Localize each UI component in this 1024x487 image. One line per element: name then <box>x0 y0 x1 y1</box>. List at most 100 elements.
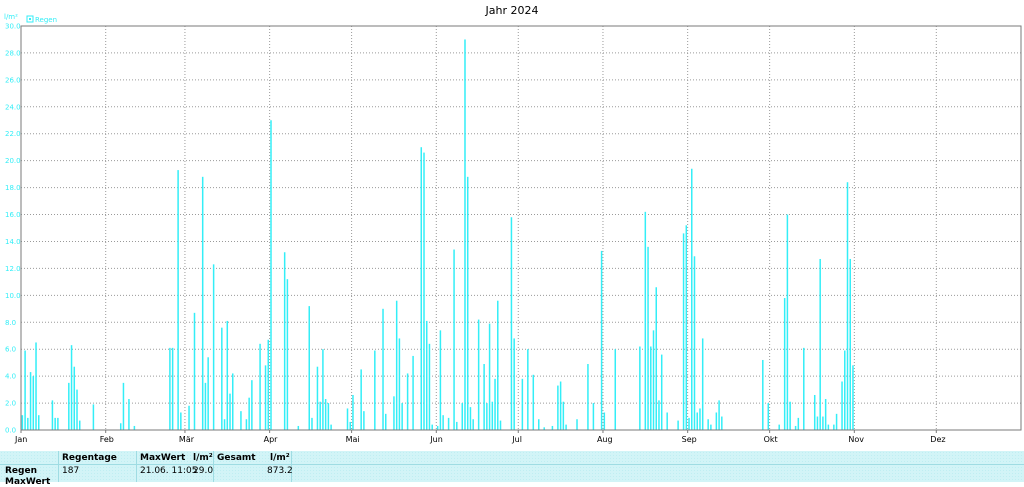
rain-bar <box>92 404 95 430</box>
statistics-table: Regentage MaxWert l/m² Gesamt l/m² Regen… <box>0 451 1024 487</box>
rain-bar <box>767 403 770 430</box>
x-tick-label: Jul <box>511 435 522 444</box>
x-tick-label: Apr <box>264 435 279 444</box>
x-tick-label: Feb <box>100 435 114 444</box>
y-tick-label: 0.0 <box>5 427 16 435</box>
x-tick-label: Sep <box>682 435 697 444</box>
x-tick-label: Jan <box>14 435 27 444</box>
rain-bar <box>398 338 401 430</box>
rain-bar <box>472 419 474 430</box>
rain-bar <box>486 403 488 430</box>
rain-bar <box>614 349 617 430</box>
rain-bar <box>688 417 690 430</box>
x-tick-label: Mär <box>179 435 195 444</box>
rain-bar <box>327 403 330 430</box>
x-tick-label: Okt <box>764 435 778 444</box>
y-tick-label: 14.0 <box>5 238 21 246</box>
y-tick-label: 12.0 <box>5 265 21 273</box>
rain-bar <box>73 366 76 430</box>
rain-bar <box>816 416 819 430</box>
rain-bar <box>245 419 248 430</box>
y-tick-label: 20.0 <box>5 157 21 165</box>
rain-bar <box>363 411 365 430</box>
rain-bar <box>360 369 362 430</box>
rain-bar <box>819 258 821 430</box>
rain-bar <box>395 300 398 430</box>
rain-bar <box>428 343 431 430</box>
rain-bar <box>685 225 688 430</box>
rain-bar <box>835 413 838 430</box>
rain-bar <box>119 423 122 430</box>
rain-bar <box>677 420 679 430</box>
rain-bar <box>461 403 464 430</box>
y-tick-label: 28.0 <box>5 49 21 57</box>
rain-bar <box>841 381 843 430</box>
rain-bar <box>849 258 851 430</box>
y-tick-label: 8.0 <box>5 319 16 327</box>
table-column-divider <box>136 451 137 482</box>
rain-bar <box>603 412 606 430</box>
rain-bar <box>401 403 403 430</box>
rain-bar <box>532 374 535 430</box>
rain-bar <box>207 357 209 430</box>
rain-bar <box>794 425 797 430</box>
rain-bar <box>193 312 196 430</box>
x-tick-label: Nov <box>848 435 864 444</box>
rain-bar <box>778 424 780 430</box>
y-tick-label: 10.0 <box>5 292 21 300</box>
rain-bar <box>322 349 324 430</box>
rain-bar <box>240 411 242 430</box>
rain-bar <box>223 419 226 430</box>
rain-bar <box>169 347 171 430</box>
rain-bar <box>393 396 395 430</box>
rain-bar <box>349 421 351 430</box>
rain-bar <box>499 420 502 430</box>
rain-bar <box>846 182 849 430</box>
rain-bar <box>180 412 182 430</box>
rain-bar <box>420 147 423 430</box>
y-tick-label: 18.0 <box>5 184 21 192</box>
rain-bar <box>660 354 663 430</box>
rain-bar <box>412 355 414 430</box>
rain-bar <box>565 424 567 430</box>
rain-bar <box>718 400 720 430</box>
rain-bar <box>707 419 709 430</box>
rain-bar <box>655 287 657 430</box>
rain-bar <box>693 256 696 430</box>
rain-bar <box>491 401 494 430</box>
rain-bar <box>592 403 595 430</box>
rain-bar <box>513 338 515 430</box>
rain-bar <box>267 339 270 430</box>
rain-bar <box>538 419 540 430</box>
rain-bar <box>35 342 37 430</box>
rain-bar <box>32 376 35 430</box>
rain-bar <box>527 349 529 430</box>
x-axis-ticks: Jan Feb Mär Apr Mai Jun Jul Aug Sep Okt Nov Dez <box>14 430 946 444</box>
rain-bar <box>494 378 496 430</box>
rain-bar <box>510 217 513 430</box>
legend-swatch-fill <box>29 18 31 20</box>
table-column-divider <box>213 451 214 482</box>
maxwert-value: 29.0 <box>193 466 214 476</box>
rain-bar <box>456 421 458 430</box>
rain-bar <box>297 425 300 430</box>
rain-bar <box>721 416 723 430</box>
rain-bar <box>128 399 130 430</box>
rain-bar <box>324 399 327 430</box>
x-tick-label: Aug <box>597 435 613 444</box>
gesamt-value: 873.2 <box>267 466 293 476</box>
plot-frame <box>20 25 1022 431</box>
rain-bar <box>666 412 668 430</box>
rain-bar <box>439 330 442 430</box>
row-label-regen: Regen <box>5 466 37 476</box>
y-tick-label: 4.0 <box>5 373 16 381</box>
rain-bar <box>264 365 267 430</box>
rain-bar <box>647 246 649 430</box>
rain-bar <box>652 330 655 430</box>
rain-bar <box>658 400 660 430</box>
rain-bar <box>559 381 562 430</box>
rain-bar <box>204 382 207 430</box>
rain-bar <box>76 389 78 430</box>
rain-bar <box>425 320 428 430</box>
rain-bar <box>308 306 311 430</box>
